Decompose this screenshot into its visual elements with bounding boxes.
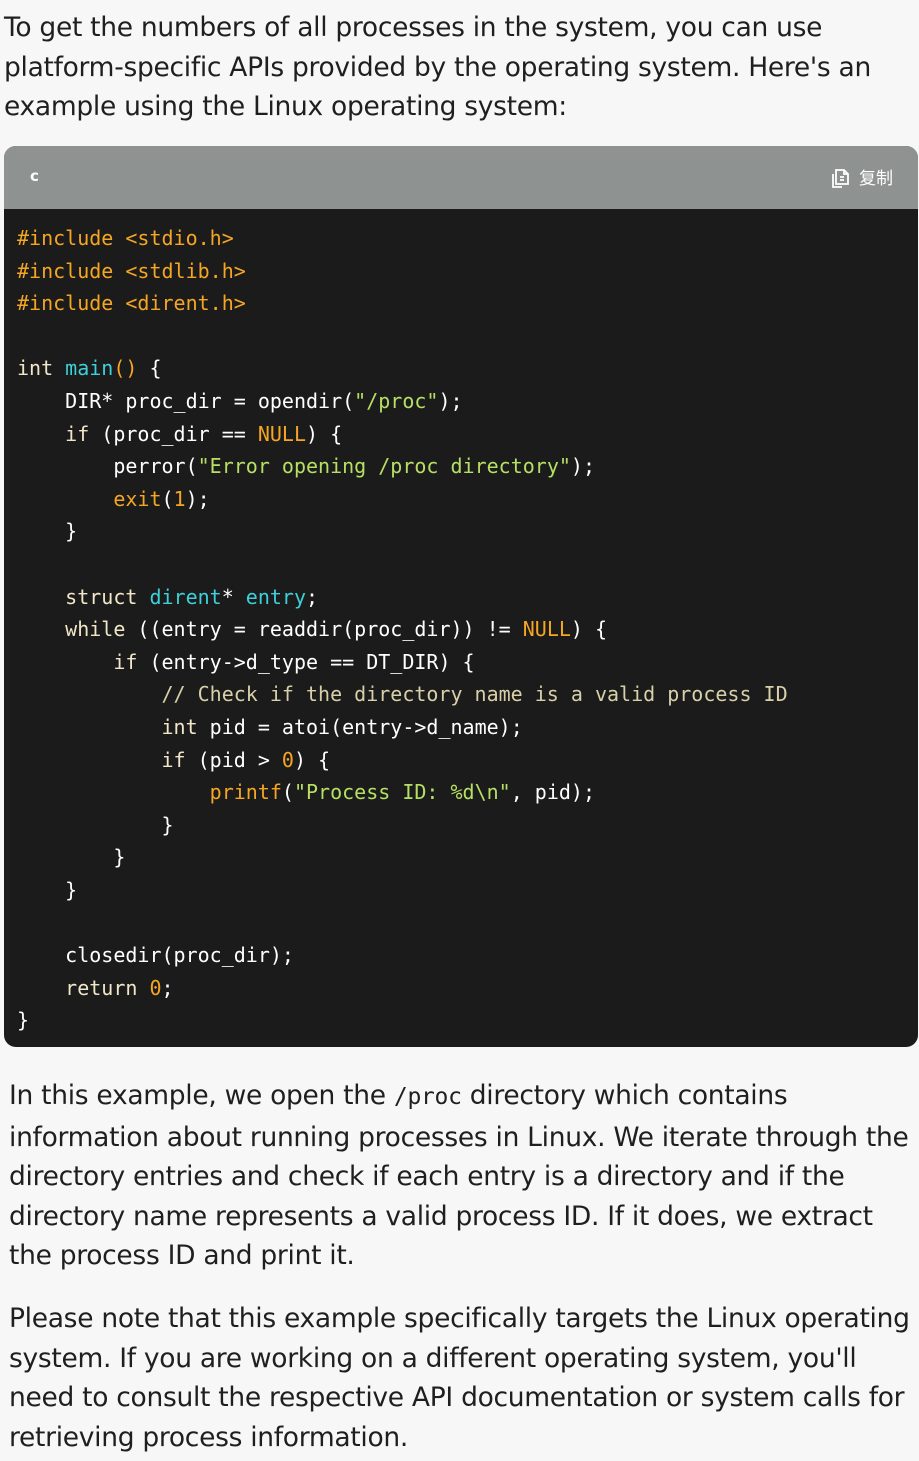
intro-paragraph: To get the numbers of all processes in t… — [4, 12, 871, 122]
code-token: if — [17, 747, 186, 772]
code-token: perror( — [17, 454, 198, 479]
code-token: 0 — [149, 975, 162, 1000]
code-token: ; — [161, 975, 174, 1000]
code-token: (proc_dir == — [89, 421, 258, 446]
code-line: #include <stdlib.h> — [17, 255, 788, 288]
code-line: // Check if the directory name is a vali… — [17, 678, 788, 711]
code-token: #include <stdio.h> — [17, 226, 234, 250]
code-token: "Process ID: %d\n" — [293, 780, 511, 805]
code-token: printf — [17, 780, 282, 805]
code-token: int — [17, 714, 198, 739]
code-line: } — [17, 1004, 788, 1037]
code-token: ; — [306, 584, 319, 609]
code-token: NULL — [257, 421, 306, 446]
code-line: } — [17, 841, 788, 874]
code-token: ) { — [570, 617, 608, 642]
code-token: ) { — [306, 421, 343, 446]
code-line: int pid = atoi(entry->d_name); — [17, 711, 788, 744]
code-token: "Error opening /proc directory" — [197, 454, 571, 479]
code-token: } — [17, 812, 174, 837]
explanation-text-before: In this example, we open the — [9, 1080, 394, 1111]
code-line: return 0; — [17, 972, 788, 1005]
inline-code-proc: /proc — [393, 1084, 462, 1110]
code-token: 1 — [173, 486, 186, 511]
code-line: } — [17, 874, 788, 907]
note-paragraph: Please note that this example specifical… — [9, 1303, 910, 1453]
code-token: struct — [17, 584, 150, 609]
code-line: while ((entry = readdir(proc_dir)) != NU… — [17, 613, 788, 646]
code-token: } — [17, 1008, 30, 1033]
code-token: return — [17, 975, 150, 1000]
code-token: dirent — [149, 584, 222, 609]
code-token: #include <dirent.h> — [17, 291, 246, 316]
code-line: struct dirent* entry; — [17, 581, 788, 614]
code-language-label: c — [30, 167, 39, 185]
code-token: // Check if the directory name is a vali… — [17, 682, 788, 707]
code-block-header: c 复制 — [4, 146, 918, 209]
code-token: ( — [281, 780, 294, 805]
code-token: { — [137, 356, 162, 381]
code-line: int main() { — [17, 352, 788, 385]
code-token: if — [17, 421, 90, 446]
code-line: if (proc_dir == NULL) { — [17, 418, 788, 451]
code-line: closedir(proc_dir); — [17, 939, 788, 972]
code-token: pid = atoi(entry->d_name); — [197, 714, 523, 739]
code-token: int — [17, 356, 66, 381]
code-token: main — [65, 356, 114, 381]
code-line: #include <stdio.h> — [17, 222, 788, 255]
code-line: #include <dirent.h> — [17, 287, 788, 320]
code-token: ); — [438, 388, 463, 413]
code-line: perror("Error opening /proc directory"); — [17, 450, 788, 483]
code-token: while — [17, 617, 126, 642]
code-block: c 复制 #include <stdio.h> #include <stdlib.… — [4, 146, 918, 1047]
copy-button-label: 复制 — [859, 169, 893, 189]
code-token: closedir(proc_dir); — [17, 943, 294, 968]
code-token: ); — [185, 486, 210, 511]
code-token: } — [17, 519, 78, 544]
code-line: } — [17, 809, 788, 842]
code-token: 0 — [281, 747, 294, 772]
code-token: if — [17, 649, 138, 674]
code-token: NULL — [522, 617, 571, 642]
code-token: } — [17, 877, 78, 902]
code-token: (entry->d_type == DT_DIR) { — [137, 649, 475, 674]
copy-icon — [829, 166, 851, 188]
code-token: #include <stdlib.h> — [17, 258, 246, 283]
code-line: DIR* proc_dir = opendir("/proc"); — [17, 385, 788, 418]
code-line: if (pid > 0) { — [17, 744, 788, 777]
code-token: ((entry = readdir(proc_dir)) != — [125, 617, 523, 642]
code-line: printf("Process ID: %d\n", pid); — [17, 776, 788, 809]
code-token: "/proc" — [354, 388, 439, 413]
code-body: #include <stdio.h> #include <stdlib.h> #in… — [17, 222, 788, 1037]
code-token: } — [17, 845, 126, 870]
explanation-paragraph: In this example, we open the /proc direc… — [9, 1076, 915, 1276]
code-token: exit — [17, 486, 162, 511]
code-token: entry — [245, 584, 307, 609]
code-token: * — [221, 584, 246, 609]
code-token: DIR* proc_dir = opendir( — [17, 388, 355, 413]
code-line: } — [17, 515, 788, 548]
code-token: ) { — [293, 747, 331, 772]
code-token: ( — [161, 486, 174, 511]
code-line: exit(1); — [17, 483, 788, 516]
copy-code-button[interactable]: 复制 — [829, 164, 893, 189]
code-token: , pid); — [510, 780, 595, 805]
code-token: () — [113, 356, 138, 381]
code-token: ); — [570, 454, 595, 479]
code-line: if (entry->d_type == DT_DIR) { — [17, 646, 788, 679]
code-token: (pid > — [185, 747, 282, 772]
